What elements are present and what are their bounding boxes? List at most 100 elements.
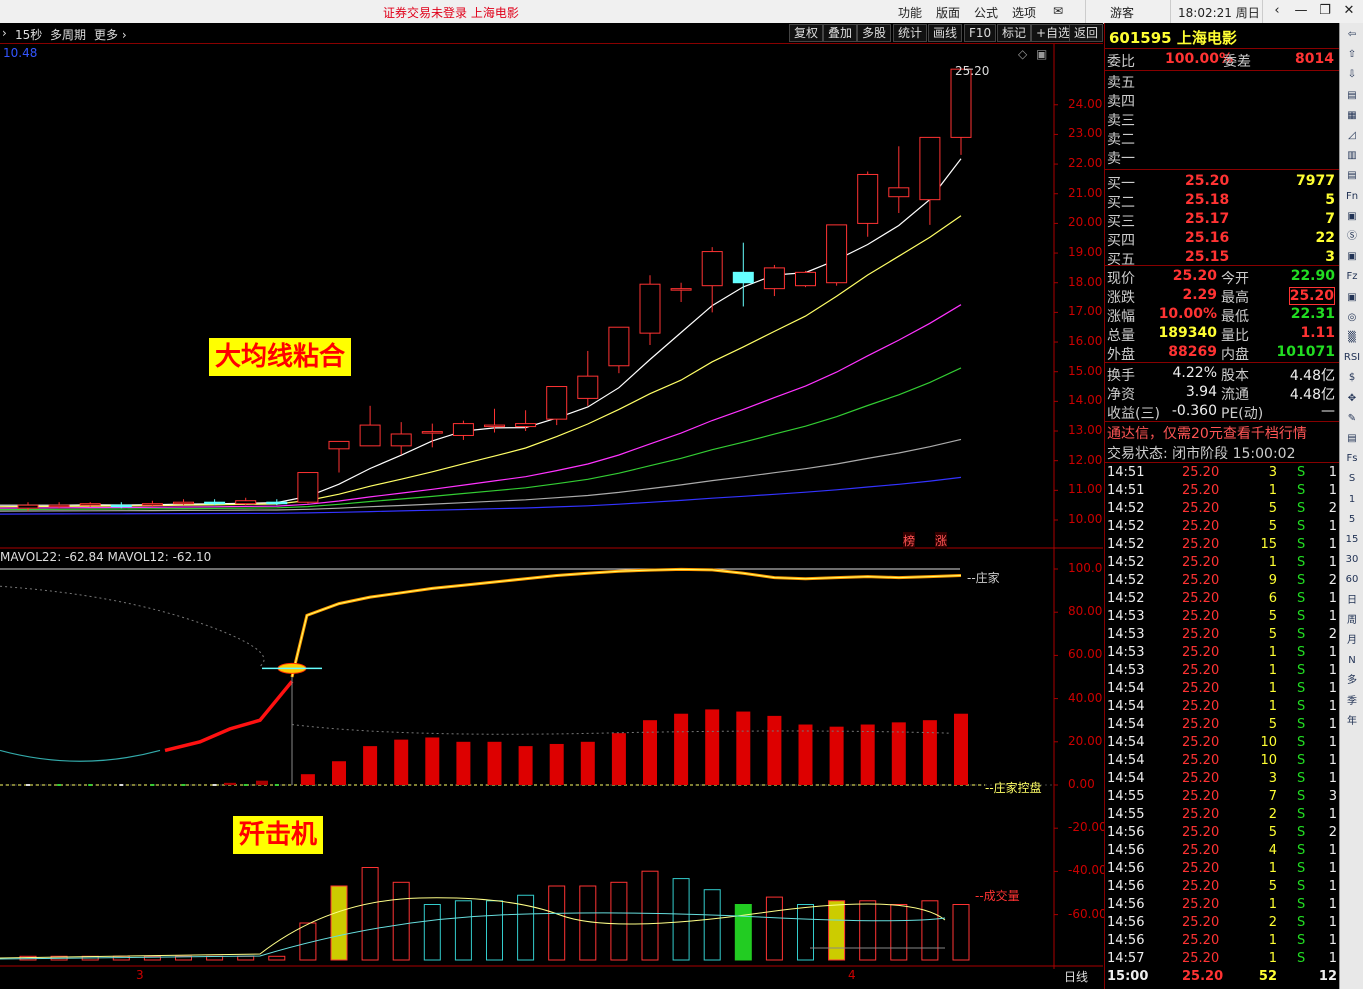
candle-body[interactable] <box>141 503 163 506</box>
candle-body[interactable] <box>359 424 381 447</box>
side-tool-icon[interactable]: Fs <box>1343 451 1361 467</box>
candle-body[interactable] <box>421 431 443 434</box>
candle-body[interactable] <box>515 423 537 428</box>
side-tool-icon[interactable]: ▤ <box>1343 168 1361 184</box>
candle-body[interactable] <box>639 283 661 334</box>
fuquan-button[interactable]: 复权 <box>789 24 824 42</box>
trade-row: 14:56 25.20 4 S 1 <box>1105 843 1339 861</box>
mail-icon[interactable]: ✉ <box>1053 4 1063 18</box>
candle-body[interactable] <box>110 504 132 508</box>
candle-body[interactable] <box>484 424 505 428</box>
side-tool-icon[interactable]: $ <box>1343 370 1361 386</box>
candle-body[interactable] <box>857 173 879 224</box>
menu-function[interactable]: 功能 <box>898 4 922 21</box>
side-tool-icon[interactable]: ▦ <box>1343 108 1361 124</box>
candle-body[interactable] <box>950 68 972 138</box>
candle-body[interactable] <box>919 136 941 201</box>
candle-body[interactable] <box>795 271 816 287</box>
side-tool-icon[interactable]: ◿ <box>1343 128 1361 144</box>
side-tool-icon[interactable]: Fn <box>1343 189 1361 205</box>
diamond-icon[interactable]: ◇ <box>1018 47 1027 61</box>
candle-body[interactable] <box>266 501 288 505</box>
multi-stock-button[interactable]: 多股 <box>857 24 892 42</box>
multi-period-button[interactable]: 多周期 <box>50 26 86 43</box>
side-tool-icon[interactable]: ✥ <box>1343 391 1361 407</box>
menu-options[interactable]: 选项 <box>1012 4 1036 21</box>
restore-icon[interactable]: ❐ <box>1314 2 1336 20</box>
return-button[interactable]: 返回 <box>1069 24 1103 42</box>
stat-value: 22.31 <box>1290 306 1335 322</box>
side-tool-icon[interactable]: Ⓢ <box>1343 229 1361 245</box>
overlay-button[interactable]: 叠加 <box>823 24 858 42</box>
back-icon[interactable]: ‹ <box>1266 2 1288 20</box>
trade-price: 25.20 <box>1182 663 1220 678</box>
candle-body[interactable] <box>826 224 848 284</box>
trade-time: 14:55 <box>1107 789 1145 804</box>
draw-line-button[interactable]: 画线 <box>928 24 963 42</box>
annotation-fighter: 歼击机 <box>233 816 324 854</box>
side-tool-icon[interactable]: 30 <box>1343 552 1361 568</box>
side-tool-icon[interactable]: ✎ <box>1343 411 1361 427</box>
side-tool-icon[interactable]: 多 <box>1343 673 1361 689</box>
candle-body[interactable] <box>17 504 39 509</box>
user-label[interactable]: 游客 <box>1110 4 1134 21</box>
side-tool-icon[interactable]: ▒ <box>1343 330 1361 346</box>
minimize-icon[interactable]: — <box>1290 2 1312 20</box>
side-tool-icon[interactable]: 周 <box>1343 613 1361 629</box>
stats-button[interactable]: 统计 <box>893 24 928 42</box>
candle-body[interactable] <box>888 187 910 198</box>
side-tool-icon[interactable]: S <box>1343 471 1361 487</box>
side-tool-icon[interactable]: ◎ <box>1343 310 1361 326</box>
side-tool-icon[interactable]: 季 <box>1343 694 1361 710</box>
ad-banner[interactable]: 通达信，仅需20元查看千档行情 <box>1107 423 1307 443</box>
candle-body[interactable] <box>763 267 785 290</box>
chevron-left-icon[interactable]: › <box>2 26 7 40</box>
candle-body[interactable] <box>79 503 101 506</box>
side-tool-icon[interactable]: ▤ <box>1343 431 1361 447</box>
side-tool-icon[interactable]: RSI <box>1343 350 1361 366</box>
side-tool-icon[interactable]: Fz <box>1343 269 1361 285</box>
more-button[interactable]: 更多 › <box>94 26 127 43</box>
candle-body[interactable] <box>235 500 257 505</box>
side-tool-icon[interactable]: 月 <box>1343 633 1361 649</box>
side-tool-icon[interactable]: ⇦ <box>1343 27 1361 43</box>
side-tool-icon[interactable]: 5 <box>1343 512 1361 528</box>
period-15s[interactable]: 15秒 <box>15 26 42 43</box>
candle-body[interactable] <box>390 433 412 447</box>
side-tool-icon[interactable]: 60 <box>1343 572 1361 588</box>
candle-body[interactable] <box>173 501 194 505</box>
side-tool-icon[interactable]: 15 <box>1343 532 1361 548</box>
f10-button[interactable]: F10 <box>964 24 997 42</box>
side-tool-icon[interactable]: 年 <box>1343 714 1361 730</box>
side-tool-icon[interactable]: ▥ <box>1343 148 1361 164</box>
badge-rise[interactable]: 涨 <box>935 532 948 549</box>
candle-body[interactable] <box>48 504 70 508</box>
side-tool-icon[interactable]: ⇧ <box>1343 47 1361 63</box>
candle-body[interactable] <box>670 288 692 291</box>
period-label[interactable]: 日线 <box>1064 968 1088 985</box>
close-icon[interactable]: ✕ <box>1338 2 1360 20</box>
side-tool-icon[interactable]: ⇩ <box>1343 67 1361 83</box>
menu-formula[interactable]: 公式 <box>974 4 998 21</box>
kline-chart[interactable] <box>0 44 1103 989</box>
menu-layout[interactable]: 版面 <box>936 4 960 21</box>
candle-body[interactable] <box>701 251 723 287</box>
candle-body[interactable] <box>546 386 568 420</box>
panel-toggle-icon[interactable]: ▣ <box>1036 47 1047 61</box>
side-tool-icon[interactable]: ▣ <box>1343 290 1361 306</box>
candle-body[interactable] <box>608 326 630 367</box>
side-tool-icon[interactable]: N <box>1343 653 1361 669</box>
side-tool-icon[interactable]: 日 <box>1343 593 1361 609</box>
candle-body[interactable] <box>328 440 350 450</box>
side-tool-icon[interactable]: ▣ <box>1343 249 1361 265</box>
candle-body[interactable] <box>452 423 474 436</box>
badge-rank[interactable]: 榜 <box>903 532 916 549</box>
mark-button[interactable]: 标记 <box>997 24 1032 42</box>
candle-body[interactable] <box>297 472 319 503</box>
side-tool-icon[interactable]: ▣ <box>1343 209 1361 225</box>
candle-body[interactable] <box>732 271 754 284</box>
candle-body[interactable] <box>577 375 599 399</box>
candle-body[interactable] <box>204 501 226 505</box>
side-tool-icon[interactable]: 1 <box>1343 492 1361 508</box>
side-tool-icon[interactable]: ▤ <box>1343 88 1361 104</box>
